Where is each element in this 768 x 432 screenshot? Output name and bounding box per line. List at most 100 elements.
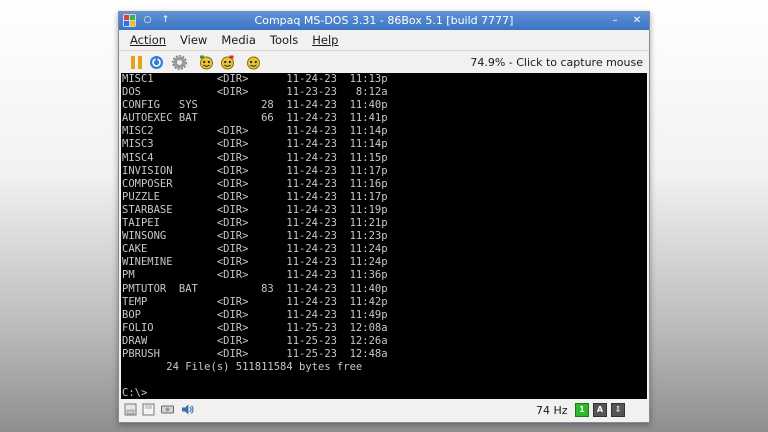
dir-entry-date: 11-24-23 (286, 243, 350, 256)
dir-entry-size: <DIR> (216, 347, 287, 360)
dir-entry-size: <DIR> (216, 125, 287, 138)
menu-tools[interactable]: Tools (263, 33, 305, 47)
status-bar: 74 Hz 1 A ⇩ (119, 399, 649, 421)
dir-entry-time: 11:16p (349, 177, 388, 190)
menu-media-label: Media (221, 33, 256, 47)
dir-entry-date: 11-25-23 (286, 334, 350, 347)
dir-entry-date: 11-24-23 (286, 190, 350, 203)
dir-entry-size: <DIR> (216, 86, 287, 99)
dir-entry-ext (179, 73, 217, 85)
cdrom-drive-icon[interactable] (142, 403, 155, 416)
menu-help-label: Help (312, 33, 339, 47)
dir-entry: WINEMINE <DIR> 11-24-23 11:24p (122, 256, 388, 268)
dir-entry-name: PM (122, 269, 179, 282)
dir-summary: 24 File(s) 511811584 bytes free (122, 361, 363, 374)
dir-entry-size: 66 (216, 112, 287, 125)
capture-mouse-status[interactable]: 74.9% - Click to capture mouse (470, 56, 643, 69)
dir-entry-size: <DIR> (216, 334, 287, 347)
dir-entry: PUZZLE <DIR> 11-24-23 11:17p (122, 191, 388, 203)
dir-entry-time: 11:49p (349, 308, 388, 321)
reset-icon[interactable] (149, 55, 164, 70)
dir-entry-size: 28 (216, 99, 287, 112)
settings-gear-icon[interactable] (172, 55, 187, 70)
dir-entry-time: 11:21p (349, 217, 388, 230)
dir-entry: INVISION <DIR> 11-24-23 11:17p (122, 165, 388, 177)
dir-entry-size: <DIR> (216, 151, 287, 164)
dir-entry-name: INVISION (122, 164, 179, 177)
dir-entry-time: 11:24p (349, 256, 388, 269)
hard-disk-icon[interactable] (161, 403, 174, 416)
pause-icon[interactable] (129, 55, 144, 70)
dir-entry-date: 11-24-23 (286, 269, 350, 282)
dir-entry-time: 8:12a (349, 86, 388, 99)
ctrl-alt-del-icon[interactable] (199, 55, 214, 70)
dir-entry-time: 11:41p (349, 112, 388, 125)
dir-entry-ext (179, 309, 217, 321)
dir-entry-time: 11:14p (349, 125, 388, 138)
dir-entry-name: MISC3 (122, 138, 179, 151)
dir-entry-size: <DIR> (216, 295, 287, 308)
dir-entry-size: 83 (216, 282, 287, 295)
dir-entry-date: 11-23-23 (286, 86, 350, 99)
dir-entry-ext: BAT (178, 112, 217, 125)
dir-entry-time: 11:40p (349, 99, 388, 112)
dir-entry-ext (179, 217, 217, 229)
ctrl-alt-esc-icon[interactable] (220, 55, 235, 70)
menu-help[interactable]: Help (305, 33, 345, 47)
dir-entry-date: 11-24-23 (286, 151, 350, 164)
dir-entry: AUTOEXEC BAT 66 11-24-23 11:41p (122, 112, 388, 124)
dir-entry: BOP <DIR> 11-24-23 11:49p (122, 309, 388, 321)
dir-entry-name: TAIPEI (122, 217, 179, 230)
dir-entry-date: 11-24-23 (286, 138, 350, 151)
toolbar: 74.9% - Click to capture mouse (119, 50, 649, 73)
dir-entry-name: DRAW (122, 334, 179, 347)
dir-entry-name: CONFIG (122, 99, 179, 112)
dir-entry-name: STARBASE (122, 203, 179, 216)
dir-entry-size: <DIR> (216, 230, 287, 243)
dir-entry-size: <DIR> (216, 256, 287, 269)
menu-media[interactable]: Media (214, 33, 263, 47)
dir-entry-name: PBRUSH (122, 347, 179, 360)
dir-entry-time: 11:17p (349, 164, 388, 177)
menu-bar: Action View Media Tools Help (119, 30, 649, 50)
dir-entry-time: 11:14p (349, 138, 388, 151)
dir-entry-time: 11:23p (349, 230, 388, 243)
menu-action[interactable]: Action (119, 33, 173, 47)
dir-entry-name: WINSONG (122, 230, 179, 243)
dir-entry-time: 11:36p (349, 269, 388, 282)
dir-entry: PM <DIR> 11-24-23 11:36p (122, 269, 388, 281)
dir-entry-date: 11-24-23 (286, 282, 350, 295)
emulated-display[interactable]: MISC1 <DIR> 11-24-23 11:13p DOS <DIR> 11… (121, 73, 647, 399)
dir-entry-size: <DIR> (216, 190, 287, 203)
dir-entry-name: CAKE (122, 243, 179, 256)
floppy-drive-icon[interactable] (124, 403, 137, 416)
dir-entry-size: <DIR> (216, 73, 287, 85)
dir-entry-ext (179, 86, 217, 98)
dir-entry: MISC2 <DIR> 11-24-23 11:14p (122, 125, 388, 137)
hard-reset-icon[interactable] (246, 55, 261, 70)
sound-icon[interactable] (181, 403, 194, 416)
dir-entry: CONFIG SYS 28 11-24-23 11:40p (122, 99, 388, 111)
dos-terminal-output: MISC1 <DIR> 11-24-23 11:13p DOS <DIR> 11… (122, 73, 388, 399)
menu-view[interactable]: View (173, 33, 214, 47)
dir-entry-size: <DIR> (216, 203, 287, 216)
dir-entry: DOS <DIR> 11-23-23 8:12a (122, 86, 388, 98)
close-button[interactable]: ✕ (628, 14, 646, 27)
dir-entry-name: COMPOSER (122, 177, 179, 190)
minimize-button[interactable]: – (606, 14, 624, 27)
dir-entry-time: 11:17p (349, 190, 388, 203)
dir-entry-ext (179, 269, 217, 281)
dir-entry-time: 12:08a (349, 321, 388, 334)
dir-entry-ext (179, 335, 217, 347)
dir-entry: DRAW <DIR> 11-25-23 12:26a (122, 335, 388, 347)
dir-entry-name: WINEMINE (122, 256, 179, 269)
dir-entry-time: 11:15p (349, 151, 388, 164)
dir-entry-name: TEMP (122, 295, 179, 308)
dir-entry-date: 11-24-23 (286, 295, 350, 308)
dir-entry-time: 11:42p (349, 295, 388, 308)
menu-tools-label: Tools (269, 33, 299, 47)
menu-action-label: Action (130, 33, 167, 47)
dir-entry-size: <DIR> (216, 217, 287, 230)
title-bar[interactable]: ○ ↑ Compaq MS-DOS 3.31 - 86Box 5.1 [buil… (119, 12, 649, 30)
dir-entry-size: <DIR> (216, 308, 287, 321)
